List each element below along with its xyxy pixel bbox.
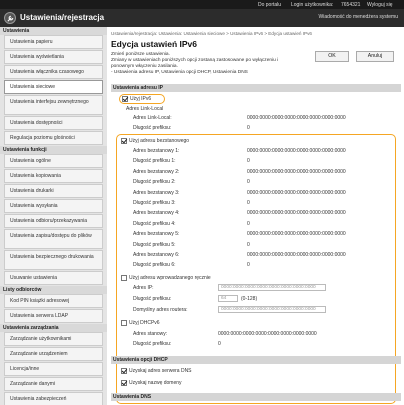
manual-address-label: Użyj adresu wprowadzanego ręcznie — [129, 275, 211, 281]
sidebar-item[interactable]: Ustawienia kopiowania — [4, 169, 103, 183]
top-bar: Do portalu Login użytkownika: 7654321 Wy… — [0, 0, 404, 9]
section-dhcp-options: Ustawienia opcji DHCP — [111, 356, 401, 364]
stateless-row-value: 0 — [247, 262, 250, 269]
stateless-row-value: 0 — [247, 220, 250, 227]
link-local-address-label: Adres Link-Local: — [133, 115, 172, 121]
app-title: Ustawienia/rejestracja — [20, 13, 105, 22]
sidebar-item[interactable]: Zarządzanie użytkownikami — [4, 332, 103, 346]
sidebar-item[interactable]: Ustawienia włącznika czasowego — [4, 65, 103, 79]
settings-wrench-icon — [4, 12, 16, 24]
link-local-prefix-label: Długość prefiksu: — [133, 125, 172, 131]
sidebar-item[interactable]: Ustawienia bezpiecznego drukowania — [4, 250, 103, 270]
stateless-row-value: 0000:0000:0000:0000:0000:0000:0000:0000 — [247, 168, 346, 175]
link-local-heading: Adres Link-Local — [126, 106, 164, 112]
manual-prefix-input[interactable]: 64 — [218, 295, 238, 302]
stateless-row-label: Adres bezstanowy 2: — [133, 168, 180, 175]
sidebar-item[interactable]: Licencja/inne — [4, 362, 103, 376]
sidebar-item[interactable]: Ustawienia serwera LDAP — [4, 309, 103, 323]
admin-message-link[interactable]: Wiadomość do menedżera systemu — [319, 14, 398, 20]
sidebar-item[interactable]: Ustawienia ogólne — [4, 154, 103, 168]
sidebar-section-heading: Ustawienia zarządzania — [0, 324, 107, 332]
stateless-row-label: Długość prefiksu 5: — [133, 241, 176, 248]
manual-prefix-hint: (0-128) — [241, 296, 258, 302]
login-label: Login użytkownika: — [291, 1, 334, 8]
sidebar-item[interactable]: Ustawienia dostępności — [4, 116, 103, 130]
dhcpv6-label: Użyj DHCPv6 — [129, 320, 160, 326]
notice-box: Zmień poniższe ustawienia. Zmiany w usta… — [111, 52, 309, 76]
sidebar-item[interactable]: Kod PIN książki adresowej — [4, 294, 103, 308]
sidebar-item[interactable]: Ustawienia papieru — [4, 35, 103, 49]
sidebar-item[interactable]: Ustawienia wysyłania — [4, 199, 103, 213]
stateless-row-value: 0000:0000:0000:0000:0000:0000:0000:0000 — [247, 189, 346, 196]
stateless-row-label: Długość prefiksu 2: — [133, 179, 176, 186]
stateless-row-label: Długość prefiksu 4: — [133, 220, 176, 227]
sidebar-section-heading: Listy odbiorców — [0, 286, 107, 294]
stateful-prefix-label: Długość prefiksu: — [133, 341, 172, 347]
sidebar-item[interactable]: Ustawienia drukarki — [4, 184, 103, 198]
stateless-row-value: 0 — [247, 200, 250, 206]
stateless-row-label: Adres bezstanowy 3: — [133, 189, 180, 196]
stateless-row-label: Długość prefiksu 3: — [133, 200, 176, 206]
stateless-row-label: Adres bezstanowy 4: — [133, 210, 180, 217]
sidebar-item[interactable]: Ustawienia sieciowe — [4, 80, 103, 94]
manual-ip-input[interactable]: 0000:0000:0000:0000:0000:0000:0000:0000 — [218, 284, 326, 291]
dhcpv6-checkbox[interactable] — [121, 320, 127, 326]
dhcp-dns-server-checkbox[interactable] — [121, 368, 127, 374]
stateless-row-value: 0000:0000:0000:0000:0000:0000:0000:0000 — [247, 231, 346, 238]
use-ipv6-label: Użyj IPv6 — [130, 96, 152, 102]
breadcrumb: Ustawienia/rejestracja: Ustawienia: Usta… — [111, 31, 312, 36]
manual-ip-label: Adres IP: — [133, 285, 154, 291]
stateless-row-value: 0000:0000:0000:0000:0000:0000:0000:0000 — [247, 252, 346, 258]
dhcp-domain-label: Uzyskaj nazwę domeny — [129, 380, 182, 386]
ok-button[interactable]: OK — [315, 51, 349, 62]
cancel-button[interactable]: Anuluj — [356, 51, 394, 62]
manual-prefix-label: Długość prefiksu: — [133, 296, 172, 302]
sidebar-item[interactable]: Usuwanie ustawienia — [4, 271, 103, 285]
section-dns: Ustawienia DNS — [111, 393, 401, 401]
stateless-row-label: Adres bezstanowy 6: — [133, 252, 180, 258]
stateful-address-value: 0000:0000:0000:0000:0000:0000:0000:0000 — [218, 331, 317, 337]
sidebar: Ustawienia Ustawienia papieru Ustawienia w… — [0, 27, 107, 405]
sidebar-item[interactable]: Ustawienia zabezpieczeń — [4, 392, 103, 405]
sidebar-item[interactable]: Ustawienia wyświetlania — [4, 50, 103, 64]
sidebar-section-heading: Ustawienia funkcji — [0, 146, 107, 154]
manual-router-input[interactable]: 0000:0000:0000:0000:0000:0000:0000:0000 — [218, 306, 326, 313]
logout-link[interactable]: Wyloguj się — [367, 2, 393, 8]
stateless-row-value: 0 — [247, 241, 250, 248]
page-title: Edycja ustawień IPv6 — [111, 39, 197, 49]
stateless-row-label: Adres bezstanowy 5: — [133, 231, 180, 238]
section-ip-address: Ustawienia adresu IP — [111, 84, 401, 92]
stateless-address-checkbox[interactable] — [121, 138, 127, 144]
stateless-row-label: Adres bezstanowy 1: — [133, 148, 180, 154]
use-ipv6-checkbox[interactable] — [122, 96, 128, 102]
portal-link[interactable]: Do portalu — [258, 2, 281, 8]
sidebar-item[interactable]: Zarządzanie danymi — [4, 377, 103, 391]
dhcp-dns-server-label: Uzyskaj adres serwera DNS — [129, 368, 192, 374]
sidebar-item[interactable]: Ustawienia zapisu/dostępu do plików — [4, 229, 103, 249]
sidebar-section-heading: Ustawienia — [0, 27, 107, 35]
sidebar-item[interactable]: Regulacja poziomu glośności — [4, 131, 103, 145]
stateful-prefix-value: 0 — [218, 341, 221, 347]
manual-router-label: Domyślny adres routera: — [133, 307, 188, 313]
main-content: Ustawienia/rejestracja: Ustawienia: Usta… — [111, 27, 404, 405]
stateless-row-value: 0 — [247, 179, 250, 186]
notice-line: - Ustawienia adresu IP, Ustawienia opcji… — [111, 70, 248, 75]
app-bar: Ustawienia/rejestracja Wiadomość do mene… — [0, 9, 404, 27]
sidebar-item[interactable]: Zarządzanie urządzeniem — [4, 347, 103, 361]
stateful-address-label: Adres stanowy: — [133, 331, 168, 337]
login-id: 7654321 — [341, 1, 361, 8]
stateless-row-value: 0000:0000:0000:0000:0000:0000:0000:0000 — [247, 148, 346, 154]
stateless-row-value: 0 — [247, 158, 250, 165]
link-local-address-value: 0000:0000:0000:0000:0000:0000:0000:0000 — [247, 115, 346, 121]
sidebar-item[interactable]: Ustawienia interfejsu zewnętrznego — [4, 95, 103, 115]
stateless-address-label: Użyj adresu bezstanowego — [129, 138, 190, 144]
link-local-prefix-value: 0 — [247, 125, 250, 131]
stateless-row-label: Długość prefiksu 6: — [133, 262, 176, 269]
dhcp-domain-checkbox[interactable] — [121, 380, 127, 386]
sidebar-item[interactable]: Ustawienia odbioru/przekazywania — [4, 214, 103, 228]
stateless-row-value: 0000:0000:0000:0000:0000:0000:0000:0000 — [247, 210, 346, 217]
stateless-row-label: Długość prefiksu 1: — [133, 158, 176, 165]
manual-address-checkbox[interactable] — [121, 275, 127, 281]
